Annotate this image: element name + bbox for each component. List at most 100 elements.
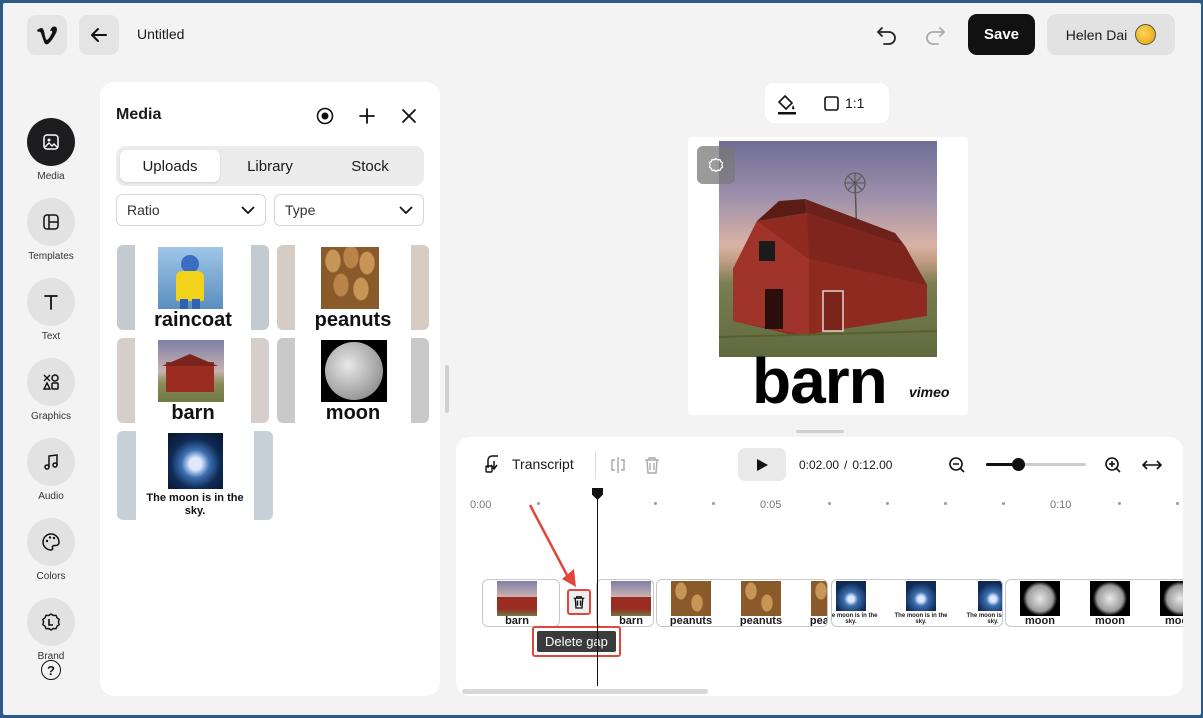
total-time: 0:12.00	[852, 458, 893, 472]
aspect-ratio-button[interactable]: 1:1	[824, 91, 864, 115]
sidebar-item-label: Text	[41, 331, 61, 342]
clip-label: moon	[1165, 615, 1183, 627]
thumbnail-label: The moon is in the sky.	[146, 492, 244, 517]
user-name: Helen Dai	[1065, 26, 1128, 43]
text-icon	[44, 295, 58, 310]
sidebar-item-label: Colors	[36, 571, 66, 582]
redo-button[interactable]	[924, 25, 946, 50]
timeline-clip-peanuts[interactable]: peanuts peanuts peanuts	[656, 579, 828, 627]
media-thumbnail-barn[interactable]: barn	[117, 338, 269, 423]
sidebar-item-label: Media	[37, 171, 65, 182]
ratio-dropdown[interactable]: Ratio	[116, 194, 266, 226]
type-dropdown[interactable]: Type	[274, 194, 424, 226]
barn-illustration	[719, 172, 937, 338]
clip-frame: The moon is in the sky.	[832, 580, 878, 626]
brand-icon	[708, 157, 724, 173]
trash-icon	[645, 457, 659, 474]
app-window: Untitled Save Helen Dai Media Templates …	[3, 3, 1201, 715]
thumbnail-label: moon	[325, 402, 381, 423]
delete-clip-button[interactable]	[644, 456, 660, 479]
clip-frame: peanuts	[810, 580, 827, 626]
canvas-resize-handle[interactable]	[796, 430, 844, 433]
shapes-icon	[42, 374, 59, 390]
aspect-ratio-label: 1:1	[845, 95, 865, 111]
barn-image	[158, 340, 225, 402]
paint-bucket-icon	[777, 94, 796, 115]
sidebar-item-audio[interactable]: Audio	[13, 438, 89, 502]
media-thumbnail-raincoat[interactable]: raincoat	[117, 245, 269, 330]
thumbnail-label: barn	[171, 402, 215, 423]
panel-title: Media	[116, 106, 162, 123]
ruler-tick	[944, 502, 947, 505]
add-media-button[interactable]	[358, 107, 376, 130]
time-label: 0:00	[470, 499, 492, 511]
palette-icon	[42, 533, 60, 551]
tab-stock[interactable]: Stock	[320, 150, 420, 182]
time-label: 0:10	[1050, 499, 1072, 511]
trash-icon	[573, 596, 585, 609]
canvas-toolbar: 1:1	[765, 83, 889, 123]
type-dropdown-label: Type	[285, 202, 316, 218]
zoom-in-button[interactable]	[1104, 456, 1122, 479]
timeline-clip-barn-2[interactable]: barn	[596, 579, 654, 627]
timeline-clip-moon-sky[interactable]: The moon is in the sky. The moon is in t…	[831, 579, 1003, 627]
sidebar-item-templates[interactable]: Templates	[13, 198, 89, 262]
playhead[interactable]	[597, 488, 598, 686]
canvas-stage[interactable]: barn vimeo	[688, 137, 968, 415]
close-icon	[402, 109, 416, 123]
record-button[interactable]	[316, 107, 334, 130]
background-fill-button[interactable]	[776, 93, 798, 120]
back-button[interactable]	[79, 15, 119, 55]
clip-label: peanuts	[739, 615, 783, 627]
clip-frame: barn	[611, 580, 651, 626]
close-panel-button[interactable]	[400, 107, 418, 130]
timeline-clip-moon[interactable]: moon moon moon	[1005, 579, 1183, 627]
arrow-left-icon	[91, 28, 107, 42]
save-button[interactable]: Save	[968, 14, 1035, 55]
ruler-tick	[886, 502, 889, 505]
media-thumbnail-peanuts[interactable]: peanuts	[277, 245, 429, 330]
help-button[interactable]: ?	[41, 660, 61, 680]
tab-uploads[interactable]: Uploads	[120, 150, 220, 182]
transcript-button[interactable]: Transcript	[484, 454, 574, 474]
zoom-out-button[interactable]	[948, 456, 966, 479]
sidebar-item-colors[interactable]: Colors	[13, 518, 89, 582]
clip-frame: The moon is in the sky.	[966, 580, 1002, 626]
zoom-slider-knob[interactable]	[1012, 458, 1025, 471]
split-button[interactable]	[609, 456, 627, 479]
ruler-tick	[1002, 502, 1005, 505]
thumbnail-label: raincoat	[154, 309, 232, 330]
sidebar-item-media[interactable]: Media	[13, 118, 89, 182]
zoom-slider[interactable]	[986, 458, 1086, 471]
vimeo-watermark: vimeo	[909, 384, 950, 400]
timeline-panel: Transcript 0:02.00 / 0:12.00 0:00 0:05 0…	[456, 437, 1183, 696]
brand-icon	[41, 613, 61, 631]
thumbnail-label: peanuts	[314, 309, 392, 330]
canvas-caption[interactable]: barn	[752, 349, 888, 413]
record-icon	[316, 107, 334, 125]
sidebar-item-text[interactable]: Text	[13, 278, 89, 342]
panel-resize-handle[interactable]	[445, 365, 449, 413]
vimeo-logo-button[interactable]	[27, 15, 67, 55]
peanuts-image	[321, 247, 380, 309]
ruler-tick	[828, 502, 831, 505]
timeline-scrollbar[interactable]	[462, 689, 708, 694]
media-thumbnail-moon-sky[interactable]: The moon is in the sky.	[117, 431, 273, 520]
music-icon	[44, 454, 58, 470]
tab-library[interactable]: Library	[220, 150, 320, 182]
project-title[interactable]: Untitled	[137, 26, 184, 42]
annotation-arrow	[528, 504, 576, 587]
undo-button[interactable]	[876, 25, 898, 50]
sidebar-item-graphics[interactable]: Graphics	[13, 358, 89, 422]
brand-badge[interactable]	[697, 146, 735, 184]
time-label: 0:05	[760, 499, 782, 511]
media-tabs: Uploads Library Stock	[116, 146, 424, 186]
sidebar-item-brand[interactable]: Brand	[13, 598, 89, 662]
split-icon	[611, 457, 625, 473]
playhead-handle[interactable]	[592, 488, 603, 500]
fit-timeline-button[interactable]	[1141, 457, 1163, 478]
play-button[interactable]	[738, 448, 786, 481]
user-menu-button[interactable]: Helen Dai	[1047, 14, 1175, 55]
media-thumbnail-moon[interactable]: moon	[277, 338, 429, 423]
current-time: 0:02.00	[799, 458, 840, 472]
